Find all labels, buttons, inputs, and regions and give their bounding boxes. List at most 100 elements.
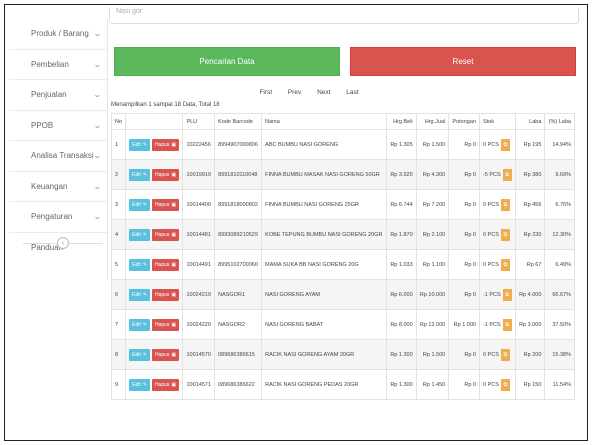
row-actions: Edit ✎ Hapus ▣ <box>125 339 184 370</box>
reset-button[interactable]: Reset <box>350 47 576 76</box>
trash-icon: ▣ <box>171 351 177 358</box>
column-header[interactable]: Nama <box>261 113 388 130</box>
sidebar-item[interactable]: Analisa Transaksi ⌄ <box>9 141 107 172</box>
column-header[interactable] <box>125 113 184 130</box>
edit-square-icon[interactable]: ⧉ <box>500 258 510 271</box>
column-header[interactable]: Stok <box>478 113 516 130</box>
stok-value: -5 PCS <box>482 171 501 178</box>
trash-icon: ▣ <box>171 171 177 178</box>
cell-plu: 10014570 <box>182 339 216 370</box>
page-prev-link[interactable]: Prev <box>288 89 301 96</box>
delete-button[interactable]: Hapus ▣ <box>151 348 180 361</box>
edit-square-icon[interactable]: ⧉ <box>500 138 510 151</box>
trash-icon: ▣ <box>171 141 177 148</box>
pencil-icon: ✎ <box>142 141 147 148</box>
edit-button[interactable]: Edit ✎ <box>129 138 150 151</box>
cell-nama: RACIK NASI GORENG AYAM 20GR <box>261 339 388 370</box>
edit-button[interactable]: Edit ✎ <box>129 348 150 361</box>
edit-button[interactable]: Edit ✎ <box>129 318 150 331</box>
sidebar-item[interactable]: Keuangan ⌄ <box>9 172 107 202</box>
cell-barcode: 8991810110048 <box>214 159 263 190</box>
delete-button[interactable]: Hapus ▣ <box>151 378 180 391</box>
delete-button[interactable]: Hapus ▣ <box>151 258 180 271</box>
delete-button[interactable]: Hapus ▣ <box>151 168 180 181</box>
edit-square-icon[interactable]: ⧉ <box>500 348 510 361</box>
column-header[interactable]: Hrg.Beli <box>386 113 417 130</box>
cell-stok: 0 PCS ⧉ <box>478 219 516 250</box>
cell-laba: Rp 195 <box>514 129 546 160</box>
sidebar-item[interactable]: Panduan <box>9 233 107 264</box>
edit-button[interactable]: Edit ✎ <box>129 258 150 271</box>
stok-value: 0 PCS <box>482 351 499 358</box>
delete-label: Hapus <box>154 141 170 148</box>
edit-button[interactable]: Edit ✎ <box>129 168 150 181</box>
edit-label: Edit <box>132 291 141 298</box>
cell-no: 4 <box>110 219 127 250</box>
column-header[interactable]: Potongan <box>448 113 480 130</box>
sidebar-item[interactable]: PPOB ⌄ <box>9 111 107 141</box>
column-header[interactable]: Hrg.Jual <box>415 113 450 130</box>
edit-square-icon[interactable]: ⧉ <box>500 228 510 241</box>
sidebar-item[interactable]: Pengaturan ⌄ <box>9 202 107 233</box>
cell-laba: Rp 230 <box>514 219 546 250</box>
edit-square-icon[interactable]: ⧉ <box>500 198 510 211</box>
cell-potongan: Rp 0 <box>448 159 480 190</box>
pencil-icon: ✎ <box>142 231 147 238</box>
search-input[interactable]: Nasi gor <box>109 7 579 24</box>
cell-stok: -1 PCS ⧉ <box>478 309 516 340</box>
search-button[interactable]: Pencarian Data <box>114 47 340 76</box>
column-header[interactable]: (%) Laba <box>544 113 575 130</box>
delete-button[interactable]: Hapus ▣ <box>151 198 180 211</box>
column-header[interactable]: Kode Barcode <box>214 113 263 130</box>
edit-square-icon[interactable]: ⧉ <box>500 378 510 391</box>
delete-label: Hapus <box>154 171 170 178</box>
delete-button[interactable]: Hapus ▣ <box>151 288 180 301</box>
column-header[interactable]: No <box>110 113 127 130</box>
cell-nama: ABC BUMBU NASI GORENG <box>261 129 388 160</box>
delete-label: Hapus <box>154 381 170 388</box>
stok-value: -1 PCS <box>482 321 501 328</box>
column-header[interactable]: Laba <box>514 113 546 130</box>
delete-label: Hapus <box>154 201 170 208</box>
page-last-link[interactable]: Last <box>346 89 358 96</box>
page-first-link[interactable]: First <box>259 89 272 96</box>
sidebar-collapse-icon[interactable]: ‹ <box>57 237 69 249</box>
cell-stok: 0 PCS ⧉ <box>478 249 516 280</box>
edit-button[interactable]: Edit ✎ <box>129 378 150 391</box>
sidebar-item-label: Analisa Transaksi <box>31 151 94 161</box>
cell-nama: NASI GORENG AYAM <box>261 279 388 310</box>
edit-label: Edit <box>132 171 141 178</box>
cell-stok: 0 PCS ⧉ <box>478 369 516 400</box>
cell-nama: FINNA BUMBU MASAK NASI GORENG 50GR <box>261 159 388 190</box>
edit-square-icon[interactable]: ⧉ <box>502 318 512 331</box>
sidebar-item[interactable]: Pembelian ⌄ <box>9 50 107 80</box>
cell-persen: 12.30% <box>544 219 575 250</box>
cell-jual: Rp 2.100 <box>415 219 450 250</box>
cell-laba: Rp 4.000 <box>514 279 546 310</box>
column-header[interactable]: PLU <box>182 113 216 130</box>
table-row: 8 Edit ✎ Hapus ▣ 10014570 089686386615 RACIK NA… <box>110 339 575 370</box>
cell-beli: Rp 6.000 <box>386 279 417 310</box>
cell-no: 1 <box>110 129 127 160</box>
edit-square-icon[interactable]: ⧉ <box>502 288 512 301</box>
edit-button[interactable]: Edit ✎ <box>129 228 150 241</box>
cell-barcode: 8991818000802 <box>214 189 263 220</box>
cell-potongan: Rp 1.000 <box>448 309 480 340</box>
delete-button[interactable]: Hapus ▣ <box>151 228 180 241</box>
cell-laba: Rp 200 <box>514 339 546 370</box>
delete-button[interactable]: Hapus ▣ <box>151 138 180 151</box>
edit-button[interactable]: Edit ✎ <box>129 198 150 211</box>
cell-persen: 9.69% <box>544 159 575 190</box>
cell-potongan: Rp 0 <box>448 249 480 280</box>
delete-button[interactable]: Hapus ▣ <box>151 318 180 331</box>
sidebar-item[interactable]: Produk / Barang ⌄ <box>9 19 107 50</box>
chevron-down-icon: ⌄ <box>93 90 103 100</box>
edit-button[interactable]: Edit ✎ <box>129 288 150 301</box>
cell-plu: 10222456 <box>182 129 216 160</box>
table-row: 2 Edit ✎ Hapus ▣ 10019919 8991810110048 FINNA B… <box>110 159 575 190</box>
delete-label: Hapus <box>154 321 170 328</box>
cell-nama: MAMA SUKA BB NASI GORENG 20G <box>261 249 388 280</box>
edit-square-icon[interactable]: ⧉ <box>502 168 512 181</box>
page-next-link[interactable]: Next <box>317 89 330 96</box>
sidebar-item[interactable]: Penjualan ⌄ <box>9 80 107 111</box>
